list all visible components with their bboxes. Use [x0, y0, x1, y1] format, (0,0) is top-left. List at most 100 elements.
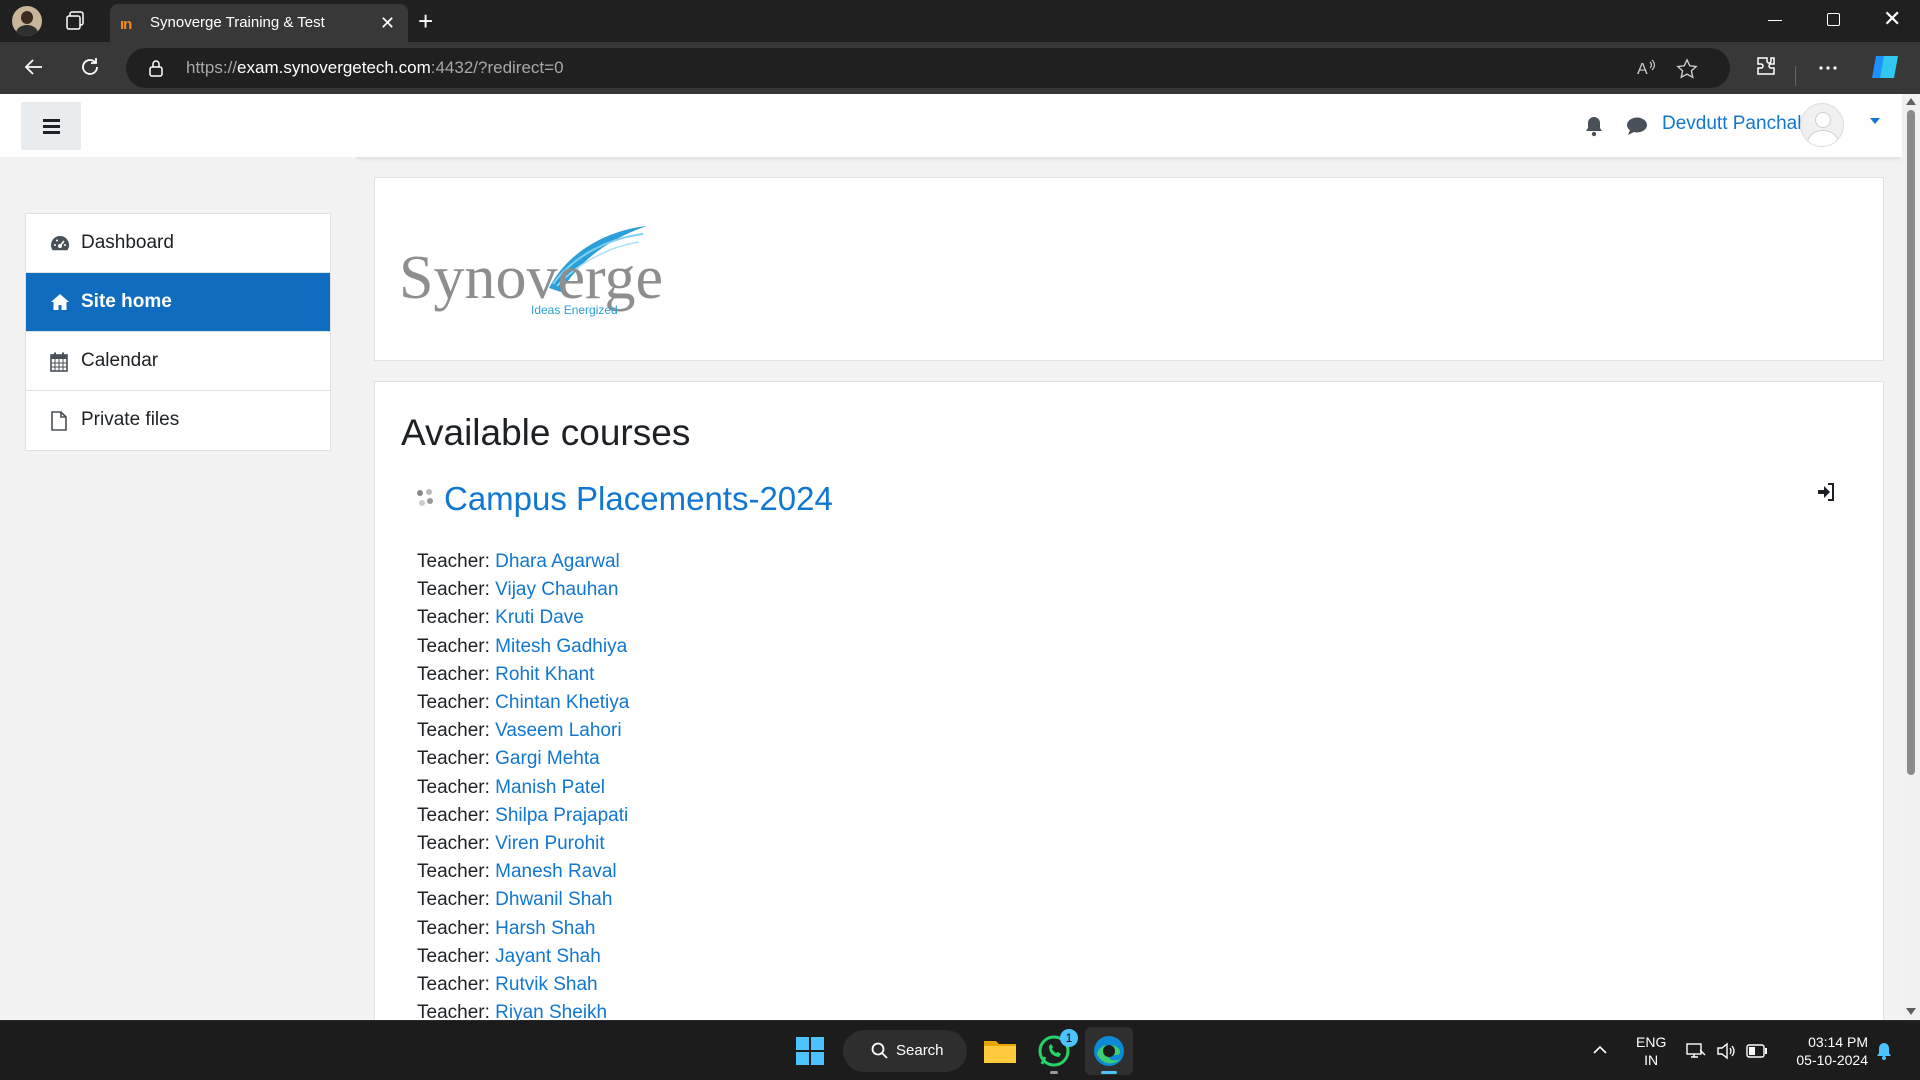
teacher-row: Teacher: Dhwanil Shah: [417, 886, 629, 914]
profile-avatar-icon[interactable]: [12, 6, 42, 36]
lock-icon[interactable]: [148, 59, 164, 77]
teacher-label: Teacher:: [417, 551, 490, 572]
favorite-star-icon[interactable]: [1676, 58, 1698, 80]
teacher-link[interactable]: Kruti Dave: [495, 607, 584, 628]
back-button[interactable]: [22, 55, 46, 79]
teacher-label: Teacher:: [417, 748, 490, 770]
search-icon: [871, 1042, 888, 1059]
clock-time: 03:14 PM: [1808, 1034, 1868, 1050]
teacher-row: Teacher: Viren Purohit: [417, 830, 629, 858]
teacher-label: Teacher:: [417, 635, 490, 657]
home-icon: [50, 293, 70, 311]
teacher-link[interactable]: Rohit Khant: [495, 664, 594, 685]
tab-close-icon[interactable]: ✕: [380, 13, 395, 34]
windows-start-icon[interactable]: [796, 1037, 824, 1065]
course-name-link[interactable]: Campus Placements-2024: [444, 480, 833, 518]
teacher-link[interactable]: Manesh Raval: [495, 861, 616, 882]
user-menu-caret-icon[interactable]: [1870, 118, 1880, 124]
teacher-link[interactable]: Dhara Agarwal: [495, 551, 620, 572]
teacher-label: Teacher:: [417, 579, 490, 601]
windows-taskbar: Search 1 ENG IN 03:14 PM 05-10-2024: [0, 1020, 1920, 1080]
url-text[interactable]: https://exam.synovergetech.com:4432/?red…: [186, 58, 564, 78]
teacher-label: Teacher:: [417, 917, 490, 939]
network-icon[interactable]: [1686, 1042, 1706, 1060]
copilot-icon[interactable]: [1870, 52, 1902, 82]
window-minimize-button[interactable]: [1768, 20, 1782, 21]
teacher-link[interactable]: Gargi Mehta: [495, 748, 600, 769]
sidebar-item-label: Dashboard: [81, 232, 174, 253]
clock-date: 05-10-2024: [1796, 1052, 1868, 1068]
teacher-label: Teacher:: [417, 974, 490, 996]
sidebar-item-site-home[interactable]: Site home: [26, 273, 330, 332]
extensions-icon[interactable]: [1754, 54, 1778, 78]
notification-badge: 1: [1060, 1029, 1078, 1047]
teacher-row: Teacher: Riyan Sheikh: [417, 999, 629, 1020]
more-options-icon[interactable]: [1816, 56, 1840, 80]
teacher-link[interactable]: Mitesh Gadhiya: [495, 636, 627, 657]
browser-toolbar: https://exam.synovergetech.com:4432/?red…: [0, 42, 1920, 94]
moodle-favicon-icon: ın: [120, 16, 132, 33]
sidebar-item-dashboard[interactable]: Dashboard: [26, 214, 330, 273]
browser-tab-active[interactable]: ın Synoverge Training & Test ✕: [110, 4, 408, 42]
teacher-link[interactable]: Dhwanil Shah: [495, 889, 612, 910]
calendar-icon: [50, 352, 68, 372]
new-tab-button[interactable]: +: [418, 6, 433, 37]
teacher-label: Teacher:: [417, 692, 490, 714]
edge-browser-icon[interactable]: [1085, 1027, 1133, 1075]
user-name-link[interactable]: Devdutt Panchal: [1662, 113, 1801, 135]
tab-title: Synoverge Training & Test: [150, 14, 325, 31]
dashboard-icon: [50, 234, 70, 252]
read-aloud-icon[interactable]: A: [1636, 58, 1658, 78]
teacher-link[interactable]: Chintan Khetiya: [495, 692, 629, 713]
teacher-label: Teacher:: [417, 804, 490, 826]
course-category-icon: [415, 488, 435, 508]
teacher-row: Teacher: Jayant Shah: [417, 943, 629, 971]
teacher-row: Teacher: Vijay Chauhan: [417, 576, 629, 604]
messages-chat-icon[interactable]: [1626, 116, 1648, 136]
teacher-link[interactable]: Harsh Shah: [495, 918, 595, 939]
teacher-label: Teacher:: [417, 889, 490, 911]
sidebar-item-label: Site home: [81, 291, 172, 312]
teacher-link[interactable]: Jayant Shah: [495, 946, 601, 967]
volume-icon[interactable]: [1716, 1042, 1736, 1060]
scroll-up-arrow-icon[interactable]: [1906, 98, 1916, 105]
show-hidden-icons-chevron-icon[interactable]: [1592, 1043, 1608, 1055]
enrol-sign-in-icon[interactable]: [1816, 482, 1836, 502]
taskbar-search-button[interactable]: Search: [843, 1030, 967, 1072]
drawer-toggle-button[interactable]: [21, 102, 81, 150]
window-close-button[interactable]: ✕: [1883, 6, 1901, 32]
teacher-link[interactable]: Rutvik Shah: [495, 974, 597, 995]
teacher-link[interactable]: Viren Purohit: [495, 833, 605, 854]
battery-icon[interactable]: [1746, 1044, 1768, 1058]
teacher-list: Teacher: Dhara Agarwal Teacher: Vijay Cha…: [417, 548, 629, 1020]
browser-titlebar: ın Synoverge Training & Test ✕ + ✕: [0, 0, 1920, 42]
teacher-label: Teacher:: [417, 833, 490, 855]
address-bar[interactable]: https://exam.synovergetech.com:4432/?red…: [126, 48, 1730, 88]
teacher-link[interactable]: Vijay Chauhan: [495, 579, 618, 600]
scrollbar-thumb[interactable]: [1907, 110, 1915, 775]
teacher-link[interactable]: Shilpa Prajapati: [495, 805, 628, 826]
teacher-link[interactable]: Manish Patel: [495, 777, 605, 798]
whatsapp-icon[interactable]: 1: [1030, 1027, 1078, 1075]
refresh-button[interactable]: [78, 55, 102, 79]
teacher-label: Teacher:: [417, 663, 490, 685]
teacher-label: Teacher:: [417, 607, 490, 629]
language-indicator[interactable]: ENG IN: [1636, 1033, 1666, 1069]
user-avatar[interactable]: [1800, 103, 1844, 147]
notification-bell-icon[interactable]: [1584, 115, 1604, 137]
teacher-link[interactable]: Riyan Sheikh: [495, 1002, 607, 1020]
window-restore-button[interactable]: [1827, 13, 1840, 26]
system-clock[interactable]: 03:14 PM 05-10-2024: [1784, 1033, 1868, 1069]
main-region: Synoverge Ideas Energized Available cour…: [374, 177, 1884, 1020]
sidebar-item-calendar[interactable]: Calendar: [26, 332, 330, 391]
scroll-down-arrow-icon[interactable]: [1906, 1008, 1916, 1015]
notifications-bell-icon[interactable]: [1875, 1041, 1893, 1061]
workspaces-icon[interactable]: [64, 10, 86, 32]
file-explorer-icon[interactable]: [976, 1027, 1024, 1075]
sidebar-item-private-files[interactable]: Private files: [26, 391, 330, 450]
teacher-link[interactable]: Vaseem Lahori: [495, 720, 621, 741]
page-scrollbar[interactable]: [1902, 94, 1920, 1020]
teacher-label: Teacher:: [417, 720, 490, 742]
synoverge-logo: Synoverge Ideas Energized: [399, 220, 699, 320]
teacher-row: Teacher: Mitesh Gadhiya: [417, 633, 629, 661]
